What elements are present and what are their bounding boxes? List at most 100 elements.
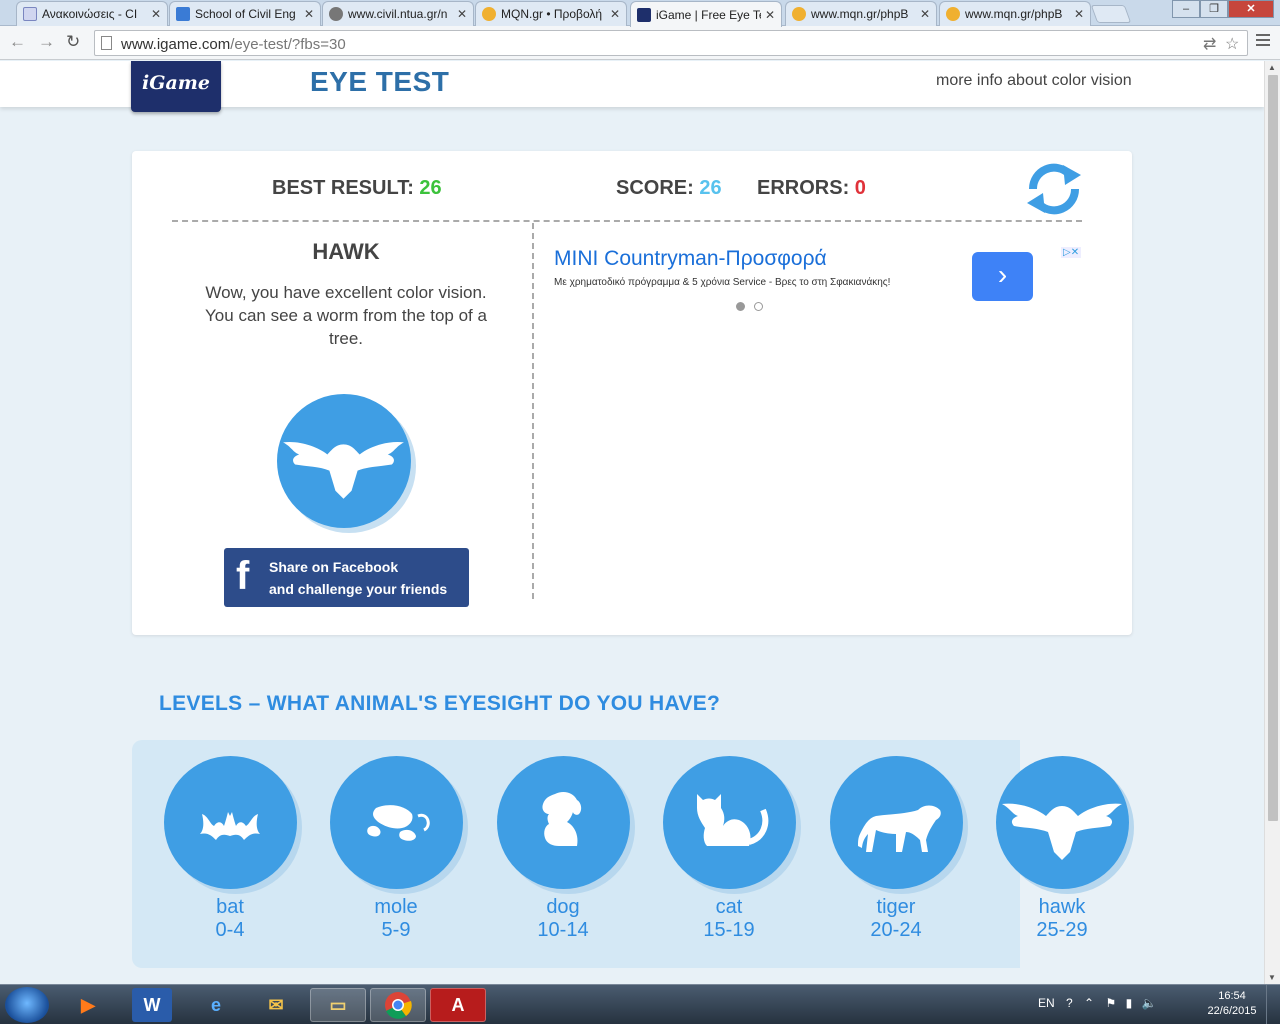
best-result: BEST RESULT: 26 [272, 177, 442, 199]
page-viewport: iGame EYE TEST more info about color vis… [0, 61, 1264, 984]
level-item-dog: dog 10-14 [493, 756, 633, 942]
mole-icon [366, 805, 430, 841]
close-icon[interactable]: ✕ [151, 7, 161, 21]
acrobat-icon[interactable]: A [430, 988, 486, 1022]
back-icon[interactable]: ← [9, 32, 26, 52]
browser-tab[interactable]: School of Civil Eng ✕ [169, 1, 321, 26]
browser-tab[interactable]: Ανακοινώσεις - CI ✕ [16, 1, 168, 26]
tiger-icon [857, 805, 941, 852]
show-desktop-button[interactable] [1266, 985, 1280, 1024]
language-indicator[interactable]: EN [1038, 996, 1055, 1010]
tab-label: MQN.gr • Προβολή [501, 7, 603, 21]
close-icon[interactable]: ✕ [920, 7, 930, 21]
internet-explorer-icon[interactable]: e [188, 988, 244, 1022]
address-bar[interactable]: www.igame.com/eye-test/?fbs=30 ⇄ ☆ [94, 30, 1248, 56]
ad-banner[interactable]: MINI Countryman-Προσφορά Με χρηματοδικό … [554, 247, 1094, 317]
mail-icon[interactable]: ✉ [248, 988, 304, 1022]
media-player-icon[interactable]: ▶ [60, 988, 116, 1022]
tab-label: School of Civil Eng [195, 7, 296, 21]
file-explorer-icon[interactable]: ▭ [310, 988, 366, 1022]
help-icon[interactable]: ? [1066, 996, 1073, 1010]
bookmark-star-icon[interactable]: ☆ [1225, 34, 1239, 54]
expand-tray-icon[interactable]: ⌃ [1084, 996, 1094, 1010]
level-name: dog [546, 896, 580, 918]
level-item-cat: cat 15-19 [659, 756, 799, 942]
cat-icon [696, 794, 768, 846]
best-result-value: 26 [419, 177, 442, 199]
score-value: 26 [699, 177, 722, 199]
bat-icon [199, 812, 260, 840]
close-icon[interactable]: ✕ [765, 8, 775, 22]
browser-tab[interactable]: MQN.gr • Προβολή ✕ [475, 1, 627, 26]
close-icon[interactable]: ✕ [457, 7, 467, 21]
start-button[interactable] [5, 987, 49, 1023]
browser-tab[interactable]: www.civil.ntua.gr/n ✕ [322, 1, 474, 26]
level-item-mole: mole 5-9 [326, 756, 466, 942]
flag-icon[interactable]: ⚑ [1105, 996, 1116, 1010]
minimize-icon[interactable]: – [1172, 0, 1200, 18]
page-scrollbar[interactable]: ▲ ▼ [1264, 61, 1280, 984]
level-badge [829, 756, 963, 889]
close-window-icon[interactable]: ✕ [1228, 0, 1274, 18]
adchoices-icon[interactable]: ▷✕ [1061, 247, 1082, 258]
close-icon[interactable]: ✕ [1074, 7, 1084, 21]
close-icon[interactable]: ✕ [304, 7, 314, 21]
divider [172, 220, 1082, 222]
pager-dot[interactable] [736, 302, 745, 311]
url-text[interactable]: www.igame.com/eye-test/?fbs=30 [121, 36, 346, 53]
result-card: BEST RESULT: 26 SCORE: 26 ERRORS: 0 HAWK… [132, 151, 1132, 635]
scrollbar-thumb[interactable] [1268, 75, 1278, 821]
ad-arrow-button[interactable]: › [972, 252, 1033, 301]
pager-dot[interactable] [754, 302, 763, 311]
translate-icon[interactable]: ⇄ [1203, 34, 1216, 54]
forward-icon[interactable]: → [38, 32, 55, 52]
maximize-icon[interactable]: ❐ [1200, 0, 1228, 18]
volume-icon[interactable]: 🔈 [1142, 996, 1157, 1010]
score: SCORE: 26 [616, 177, 722, 199]
page-icon [101, 36, 112, 50]
browser-tab-active[interactable]: iGame | Free Eye Te ✕ [630, 1, 782, 27]
chrome-icon[interactable] [370, 988, 426, 1022]
scroll-down-icon[interactable]: ▼ [1268, 973, 1276, 982]
level-name: hawk [1038, 896, 1086, 918]
errors: ERRORS: 0 [757, 177, 866, 199]
system-clock[interactable]: 16:54 22/6/2015 [1204, 989, 1260, 1019]
tab-label: iGame | Free Eye Te [656, 7, 761, 22]
scroll-up-icon[interactable]: ▲ [1268, 63, 1276, 72]
tab-strip: Ανακοινώσεις - CI ✕ School of Civil Eng … [0, 0, 1280, 27]
level-range: 15-19 [703, 919, 755, 941]
igame-logo[interactable]: iGame [131, 61, 221, 112]
browser-tab[interactable]: www.mqn.gr/phpB ✕ [785, 1, 937, 26]
share-facebook-button[interactable]: f Share on Facebook and challenge your f… [224, 548, 469, 607]
menu-icon[interactable] [1256, 34, 1270, 49]
signal-icon[interactable]: ▮ [1126, 996, 1133, 1010]
ad-subtitle: Με χρηματοδικό πρόγραμμα & 5 χρόνια Serv… [554, 277, 891, 288]
close-icon[interactable]: ✕ [610, 7, 620, 21]
tab-label: www.mqn.gr/phpB [811, 7, 909, 21]
level-name: tiger [876, 896, 916, 918]
favicon-icon [946, 7, 960, 21]
level-range: 25-29 [1036, 919, 1088, 941]
divider [532, 223, 534, 599]
level-range: 10-14 [537, 919, 589, 941]
result-badge [277, 394, 411, 528]
level-item-bat: bat 0-4 [160, 756, 300, 942]
browser-tab[interactable]: www.mqn.gr/phpB ✕ [939, 1, 1091, 26]
result-panel: HAWK Wow, you have excellent color visio… [172, 239, 520, 350]
new-tab-button[interactable] [1090, 5, 1132, 23]
more-info-link[interactable]: more info about color vision [936, 72, 1132, 90]
windows-taskbar: ▶ W e ✉ ▭ A EN ? ⌃ ⚑ ▮ 🔈 16:54 22/6/2015 [0, 984, 1280, 1024]
word-icon[interactable]: W [132, 988, 172, 1022]
reload-icon[interactable]: ↻ [66, 32, 80, 52]
ad-title[interactable]: MINI Countryman-Προσφορά [554, 247, 827, 271]
tab-label: www.mqn.gr/phpB [965, 7, 1063, 21]
level-badge [496, 756, 630, 889]
hawk-icon [283, 441, 404, 499]
level-item-hawk: hawk 25-29 [992, 756, 1132, 942]
favicon-icon [792, 7, 806, 21]
levels-title: LEVELS – WHAT ANIMAL'S EYESIGHT DO YOU H… [159, 692, 721, 715]
favicon-icon [329, 7, 343, 21]
page-title: EYE TEST [310, 66, 450, 97]
restart-icon[interactable] [1025, 163, 1083, 215]
favicon-icon [637, 7, 651, 22]
